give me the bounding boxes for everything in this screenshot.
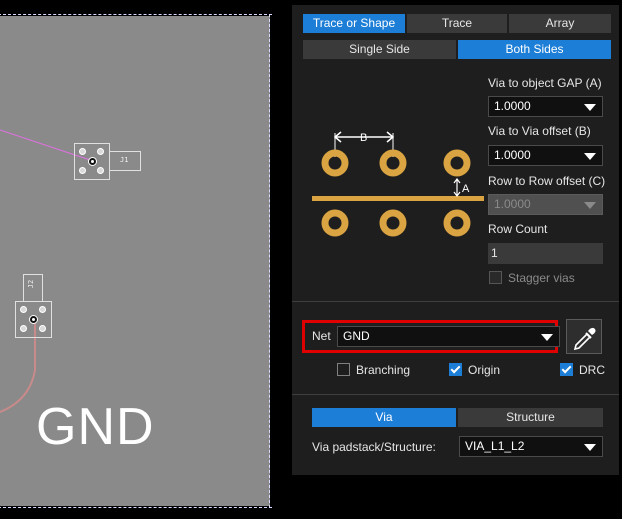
- branching-checkbox[interactable]: [337, 363, 350, 376]
- tab-via[interactable]: Via: [312, 408, 456, 427]
- tab-trace-or-shape[interactable]: Trace or Shape: [303, 14, 405, 33]
- pin-1[interactable]: [29, 315, 38, 324]
- pad[interactable]: [79, 148, 86, 155]
- chevron-down-icon: [584, 202, 596, 209]
- pin-1[interactable]: [88, 157, 97, 166]
- via-stitching-panel: Trace or Shape Trace Array Single Side B…: [292, 5, 619, 475]
- branching-label: Branching: [356, 363, 411, 377]
- drc-checkbox[interactable]: [560, 363, 573, 376]
- chevron-down-icon: [541, 334, 553, 341]
- via-row-bottom: [321, 209, 471, 237]
- component-j1[interactable]: J1: [74, 143, 142, 183]
- pad[interactable]: [20, 325, 27, 332]
- row-offset-dropdown: 1.0000: [488, 194, 603, 215]
- dimension-a-label: A: [462, 183, 470, 195]
- tab-both-sides[interactable]: Both Sides: [458, 40, 611, 59]
- divider: [292, 301, 619, 302]
- padstack-label: Via padstack/Structure:: [312, 440, 436, 454]
- via-offset-dropdown[interactable]: 1.0000: [488, 145, 603, 166]
- pcb-canvas[interactable]: J1 J2 GND: [0, 0, 292, 519]
- stagger-vias-label: Stagger vias: [508, 271, 575, 285]
- dimension-b-label: B: [360, 132, 367, 144]
- tab-structure[interactable]: Structure: [458, 408, 603, 427]
- pick-net-button[interactable]: [566, 319, 602, 354]
- j1-refdes: J1: [120, 156, 129, 164]
- dimension-a-arrow: [453, 178, 461, 197]
- net-value: GND: [343, 329, 370, 343]
- tab-array[interactable]: Array: [509, 14, 611, 33]
- via-row-top: [321, 149, 471, 177]
- net-name-label: GND: [36, 398, 155, 456]
- row-count-label: Row Count: [488, 222, 548, 236]
- padstack-value: VIA_L1_L2: [465, 439, 525, 453]
- net-label: Net: [312, 329, 331, 343]
- pad[interactable]: [39, 306, 46, 313]
- stagger-vias-checkbox: [489, 271, 502, 284]
- pad[interactable]: [39, 325, 46, 332]
- via-offset-value: 1.0000: [494, 148, 531, 162]
- pad[interactable]: [79, 167, 86, 174]
- origin-label: Origin: [468, 363, 501, 377]
- j2-refdes: J2: [27, 279, 36, 289]
- padstack-dropdown[interactable]: VIA_L1_L2: [459, 436, 603, 457]
- chevron-down-icon: [584, 444, 596, 451]
- via-offset-label: Via to Via offset (B): [488, 124, 591, 138]
- row-count-field[interactable]: 1: [488, 243, 603, 264]
- component-j2[interactable]: J2: [15, 274, 55, 340]
- chevron-down-icon: [584, 104, 596, 111]
- eyedropper-icon: [573, 327, 596, 351]
- via-gap-value: 1.0000: [494, 99, 531, 113]
- via-gap-dropdown[interactable]: 1.0000: [488, 96, 603, 117]
- row-offset-value: 1.0000: [494, 197, 531, 211]
- drc-label: DRC: [579, 363, 605, 377]
- row-offset-label: Row to Row offset (C): [488, 174, 606, 188]
- origin-checkbox[interactable]: [449, 363, 462, 376]
- pad[interactable]: [97, 148, 104, 155]
- via-gap-label: Via to object GAP (A): [488, 76, 602, 90]
- pad[interactable]: [97, 167, 104, 174]
- pad[interactable]: [20, 306, 27, 313]
- tab-single-side[interactable]: Single Side: [303, 40, 456, 59]
- chevron-down-icon: [584, 153, 596, 160]
- net-dropdown[interactable]: GND: [337, 326, 560, 347]
- tab-trace[interactable]: Trace: [407, 14, 507, 33]
- divider: [292, 394, 619, 395]
- via-spacing-diagram: B A: [312, 131, 484, 237]
- trace-bar: [312, 196, 484, 201]
